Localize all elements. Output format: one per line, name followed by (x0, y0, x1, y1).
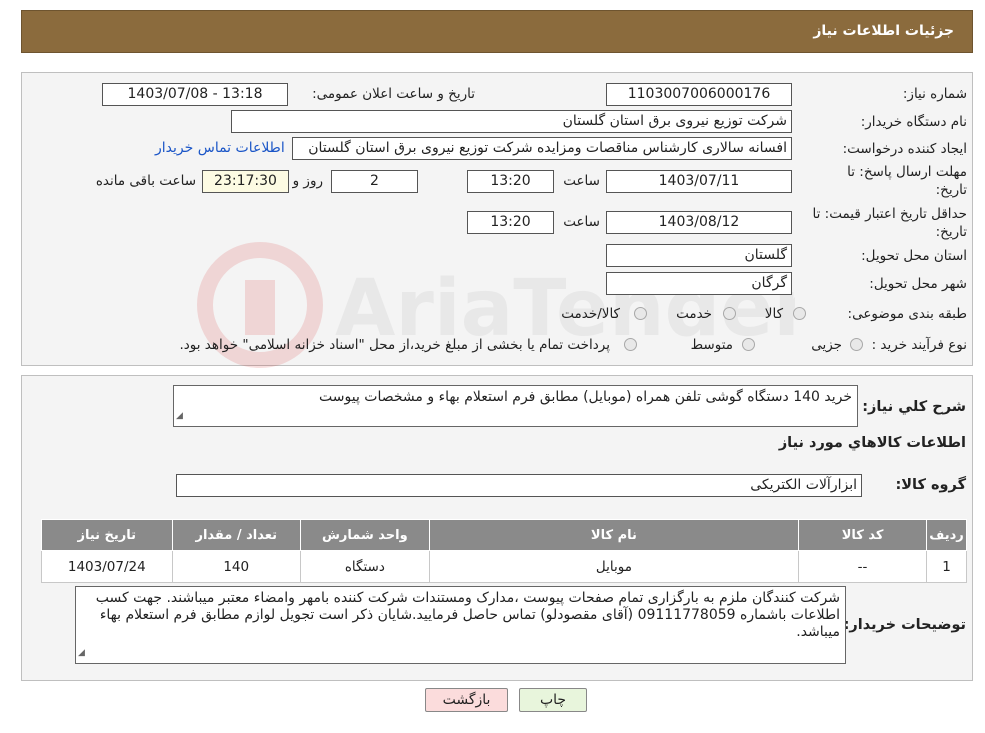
buyer-notes-textarea[interactable]: شرکت کنندگان ملزم به بارگزاری تمام صفحات… (75, 586, 846, 664)
remaining-time-field: 23:17:30 (202, 170, 289, 193)
province-label: استان محل تحویل: (861, 248, 967, 264)
category-radio-service[interactable] (723, 307, 736, 320)
page-title: جزئیات اطلاعات نیاز (813, 23, 954, 39)
goods-group-label: گروه کالا: (895, 477, 966, 493)
category-option-goods-service: کالا/خدمت (561, 306, 620, 322)
category-option-service: خدمت (676, 306, 712, 322)
need-number-label: شماره نیاز: (902, 86, 967, 102)
buyer-org-label: نام دستگاه خریدار: (860, 114, 967, 130)
creator-field: افسانه سالاری کارشناس مناقصات ومزایده شر… (292, 137, 792, 160)
days-label: روز و (292, 173, 323, 189)
col-unit: واحد شمارش (299, 519, 430, 551)
description-textarea[interactable]: خرید 140 دستگاه گوشی تلفن همراه (موبایل)… (173, 385, 858, 427)
deadline-time-label: ساعت (563, 173, 600, 189)
col-item-name: نام کالا (428, 519, 800, 551)
remaining-time-label: ساعت باقی مانده (95, 173, 196, 189)
page-header: جزئیات اطلاعات نیاز (21, 10, 973, 53)
city-label: شهر محل تحویل: (869, 276, 967, 292)
cell-need-date: 1403/07/24 (41, 550, 173, 583)
goods-info-title: اطلاعات کالاهاي مورد نياز (778, 435, 966, 451)
payment-checkbox[interactable] (624, 338, 637, 351)
deadline-label-2: تاریخ: (935, 182, 967, 198)
goods-table: تاریخ نیاز تعداد / مقدار واحد شمارش نام … (41, 519, 967, 583)
buyer-notes-text: شرکت کنندگان ملزم به بارگزاری تمام صفحات… (95, 590, 840, 640)
validity-time-field: 13:20 (467, 211, 554, 234)
table-header-row: تاریخ نیاز تعداد / مقدار واحد شمارش نام … (41, 519, 967, 551)
deadline-time-field: 13:20 (467, 170, 554, 193)
payment-note: پرداخت تمام یا بخشی از مبلغ خرید،از محل … (179, 337, 610, 353)
process-option-medium: متوسط (690, 337, 733, 353)
buyer-contact-link[interactable]: اطلاعات تماس خریدار (155, 140, 285, 156)
description-label: شرح کلي نياز: (862, 399, 966, 415)
cell-quantity: 140 (171, 550, 301, 583)
validity-label-2: تاریخ: (935, 224, 967, 240)
validity-label: حداقل تاریخ اعتبار قیمت: تا (812, 206, 967, 222)
validity-time-label: ساعت (563, 214, 600, 230)
announce-label: تاریخ و ساعت اعلان عمومی: (312, 86, 475, 102)
print-button[interactable]: چاپ (519, 688, 587, 712)
resize-grip-icon[interactable]: ◢ (78, 645, 85, 662)
category-radio-goods[interactable] (793, 307, 806, 320)
buyer-org-field: شرکت توزیع نیروی برق استان گلستان (231, 110, 792, 133)
days-remaining-field: 2 (331, 170, 418, 193)
cell-row: 1 (926, 550, 967, 583)
creator-label: ایجاد کننده درخواست: (842, 141, 967, 157)
cell-item-code: -- (798, 550, 928, 583)
process-label: نوع فرآیند خرید : (871, 337, 967, 353)
cell-item-name: موبایل (428, 550, 800, 583)
back-button[interactable]: بازگشت (425, 688, 508, 712)
category-radio-goods-service[interactable] (634, 307, 647, 320)
col-item-code: کد کالا (798, 519, 928, 551)
resize-grip-icon[interactable]: ◢ (176, 408, 183, 425)
cell-unit: دستگاه (299, 550, 430, 583)
col-need-date: تاریخ نیاز (41, 519, 173, 551)
process-option-minor: جزیی (811, 337, 842, 353)
process-radio-medium[interactable] (742, 338, 755, 351)
category-option-goods: کالا (764, 306, 783, 322)
description-text: خرید 140 دستگاه گوشی تلفن همراه (موبایل)… (319, 389, 852, 405)
table-row: 1403/07/24 140 دستگاه موبایل -- 1 (41, 550, 967, 583)
need-number-field: 1103007006000176 (606, 83, 792, 106)
col-row: ردیف (926, 519, 967, 551)
category-label: طبقه بندی موضوعی: (847, 306, 967, 322)
province-field: گلستان (606, 244, 792, 267)
deadline-label: مهلت ارسال پاسخ: تا (847, 164, 967, 180)
deadline-date-field: 1403/07/11 (606, 170, 792, 193)
validity-date-field: 1403/08/12 (606, 211, 792, 234)
col-quantity: تعداد / مقدار (171, 519, 301, 551)
goods-group-field: ابزارآلات الکتریکی (176, 474, 862, 497)
announce-field: 1403/07/08 - 13:18 (102, 83, 288, 106)
buyer-notes-label: توضیحات خریدار: (843, 617, 966, 633)
process-radio-minor[interactable] (850, 338, 863, 351)
city-field: گرگان (606, 272, 792, 295)
